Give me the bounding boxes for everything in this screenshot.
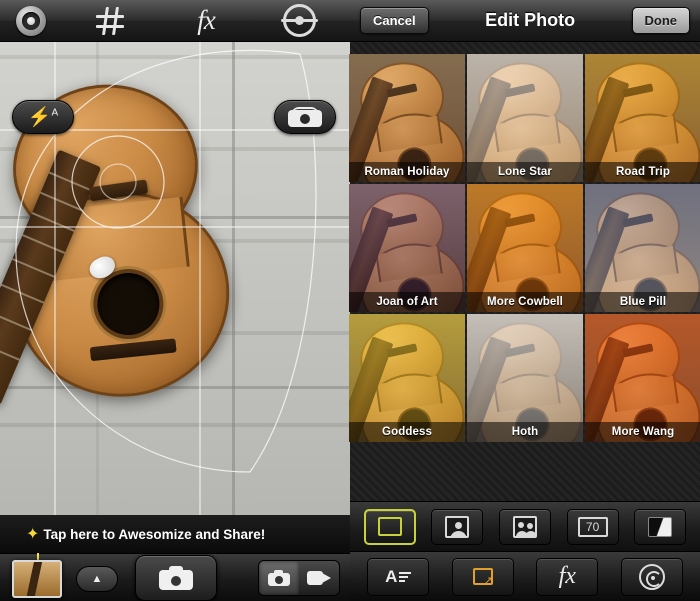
- filter-browser: Roman Holiday Lone Star Road Trip Joan o…: [349, 42, 700, 501]
- filter-cell[interactable]: Hoth: [467, 314, 583, 442]
- swirl-lens-icon: [638, 563, 665, 590]
- app-screen: fx ⚡A ✦ Tap here to Awesomize and Share!…: [0, 0, 700, 601]
- effects-button[interactable]: fx: [158, 0, 254, 42]
- effects-tool[interactable]: fx: [536, 557, 599, 596]
- done-button[interactable]: Done: [631, 7, 690, 34]
- filter-label: Joan of Art: [349, 292, 465, 312]
- filter-cell[interactable]: Joan of Art: [349, 184, 465, 312]
- expand-tray-button[interactable]: ▲: [76, 566, 118, 592]
- filter-grid: Roman Holiday Lone Star Road Trip Joan o…: [349, 54, 700, 442]
- gradient-tool[interactable]: [634, 508, 687, 545]
- flash-button[interactable]: ⚡A: [12, 100, 74, 134]
- awesomize-banner[interactable]: ✦ Tap here to Awesomize and Share!: [0, 515, 350, 553]
- filter-cell[interactable]: Lone Star: [467, 54, 583, 182]
- cancel-button[interactable]: Cancel: [360, 7, 429, 34]
- lens-tool[interactable]: [620, 557, 683, 596]
- gradient-icon: [648, 516, 673, 537]
- grid-button[interactable]: [62, 0, 158, 42]
- filter-cell[interactable]: Goddess: [349, 314, 465, 442]
- square-frame-icon: [377, 517, 402, 536]
- grid-icon: [95, 6, 125, 36]
- text-align-icon: A: [385, 566, 412, 587]
- filter-cell[interactable]: More Cowbell: [467, 184, 583, 312]
- filter-label: Hoth: [467, 422, 583, 442]
- page-title: Edit Photo: [485, 10, 576, 30]
- video-mode-button[interactable]: [299, 561, 339, 595]
- filter-label: More Wang: [585, 422, 700, 442]
- fx-icon: fx: [197, 5, 215, 35]
- settings-button[interactable]: [0, 0, 62, 42]
- frame-square-tool[interactable]: [363, 508, 416, 545]
- seventy-tool[interactable]: 70: [566, 508, 619, 545]
- capture-mode-toggle[interactable]: [258, 560, 340, 596]
- tile-line: [232, 42, 235, 515]
- editor-pane: Cancel Edit Photo Done Roman Holiday Lon…: [349, 0, 700, 601]
- filter-label: Goddess: [349, 422, 465, 442]
- editor-tools-row-2: A ↗ fx: [350, 551, 700, 601]
- awesomize-banner-label: Tap here to Awesomize and Share!: [43, 526, 266, 542]
- shutter-button[interactable]: [135, 555, 217, 601]
- filter-label: Blue Pill: [585, 292, 700, 312]
- filter-label: Lone Star: [467, 162, 583, 182]
- camera-toolbar: fx: [0, 0, 350, 42]
- chevron-up-icon: ▲: [91, 573, 103, 585]
- number-box-icon: 70: [577, 516, 608, 537]
- gear-icon: [16, 5, 46, 36]
- last-photo-thumbnail[interactable]: [12, 560, 62, 598]
- portrait-two-tool[interactable]: [498, 508, 551, 545]
- camera-icon: [159, 566, 193, 590]
- editor-tools-row-1: 70: [350, 501, 700, 551]
- fx-icon: fx: [558, 563, 576, 589]
- text-tool-label: A: [385, 566, 398, 586]
- camera-flip-icon: [288, 107, 322, 127]
- filter-cell[interactable]: More Wang: [585, 314, 700, 442]
- filter-label: Roman Holiday: [349, 162, 465, 182]
- photo-camera-icon: [268, 570, 290, 586]
- filter-label: More Cowbell: [467, 292, 583, 312]
- video-camera-icon: [307, 571, 331, 585]
- sparkle-icon: ✦: [26, 526, 40, 543]
- crop-icon: ↗: [470, 566, 496, 588]
- filter-cell[interactable]: Roman Holiday: [349, 54, 465, 182]
- camera-viewfinder[interactable]: ⚡A: [0, 42, 350, 515]
- filter-cell[interactable]: Road Trip: [585, 54, 700, 182]
- portrait-one-tool[interactable]: [431, 508, 484, 545]
- text-tool[interactable]: A: [367, 557, 430, 596]
- photo-mode-button[interactable]: [259, 561, 299, 595]
- editor-toolbar: Cancel Edit Photo Done: [350, 0, 700, 42]
- camera-pane: fx ⚡A ✦ Tap here to Awesomize and Share!…: [0, 0, 350, 601]
- flash-bolt-icon: ⚡A: [27, 106, 59, 128]
- eye-icon: [280, 4, 318, 37]
- flash-mode-label: A: [51, 107, 59, 119]
- filter-label: Road Trip: [585, 162, 700, 182]
- crop-tool[interactable]: ↗: [451, 557, 514, 596]
- two-portraits-icon: [512, 515, 537, 538]
- filter-cell[interactable]: Blue Pill: [585, 184, 700, 312]
- preview-button[interactable]: [254, 0, 344, 42]
- portrait-icon: [445, 515, 470, 538]
- flip-camera-button[interactable]: [274, 100, 336, 134]
